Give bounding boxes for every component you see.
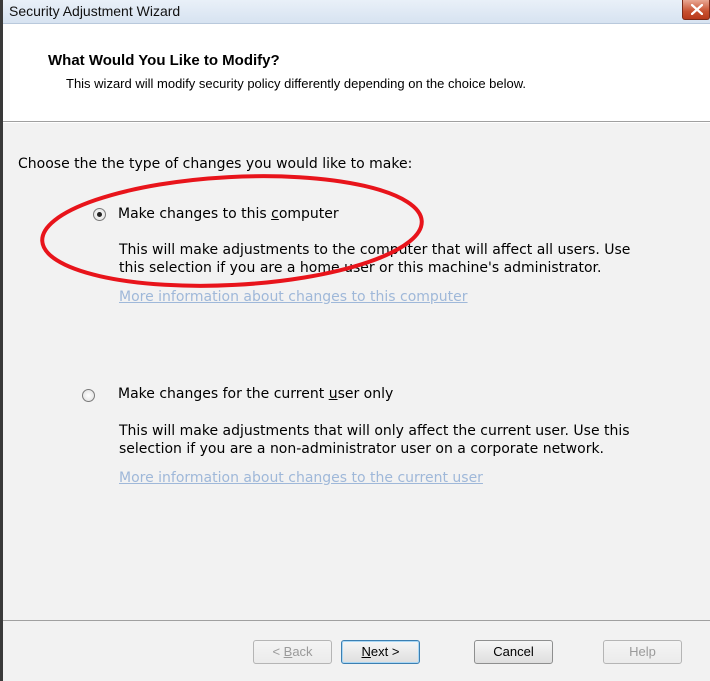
next-button[interactable]: Next > (341, 640, 420, 664)
option-description-this-computer: This will make adjustments to the comput… (119, 242, 631, 276)
wizard-content: Choose the the type of changes you would… (3, 123, 710, 620)
page-description: This wizard will modify security policy … (66, 76, 527, 91)
option-label-this-computer[interactable]: Make changes to this computer (118, 206, 339, 222)
button-bar: < Back Next > Cancel Help (3, 620, 710, 681)
cancel-button[interactable]: Cancel (474, 640, 553, 664)
radio-current-user[interactable] (82, 389, 95, 402)
wizard-header: What Would You Like to Modify? This wiza… (3, 24, 710, 122)
close-button[interactable] (682, 0, 710, 20)
option-label-current-user[interactable]: Make changes for the current user only (118, 386, 393, 402)
title-bar[interactable]: Security Adjustment Wizard (3, 0, 710, 24)
radio-this-computer[interactable] (93, 208, 106, 221)
page-title: What Would You Like to Modify? (48, 52, 280, 69)
link-more-info-this-computer[interactable]: More information about changes to this c… (119, 289, 468, 305)
window-title: Security Adjustment Wizard (9, 3, 181, 19)
link-more-info-current-user[interactable]: More information about changes to the cu… (119, 470, 483, 486)
back-button[interactable]: < Back (253, 640, 332, 664)
choice-prompt: Choose the the type of changes you would… (18, 156, 413, 172)
option-description-current-user: This will make adjustments that will onl… (119, 423, 630, 457)
help-button[interactable]: Help (603, 640, 682, 664)
close-icon (691, 4, 703, 15)
